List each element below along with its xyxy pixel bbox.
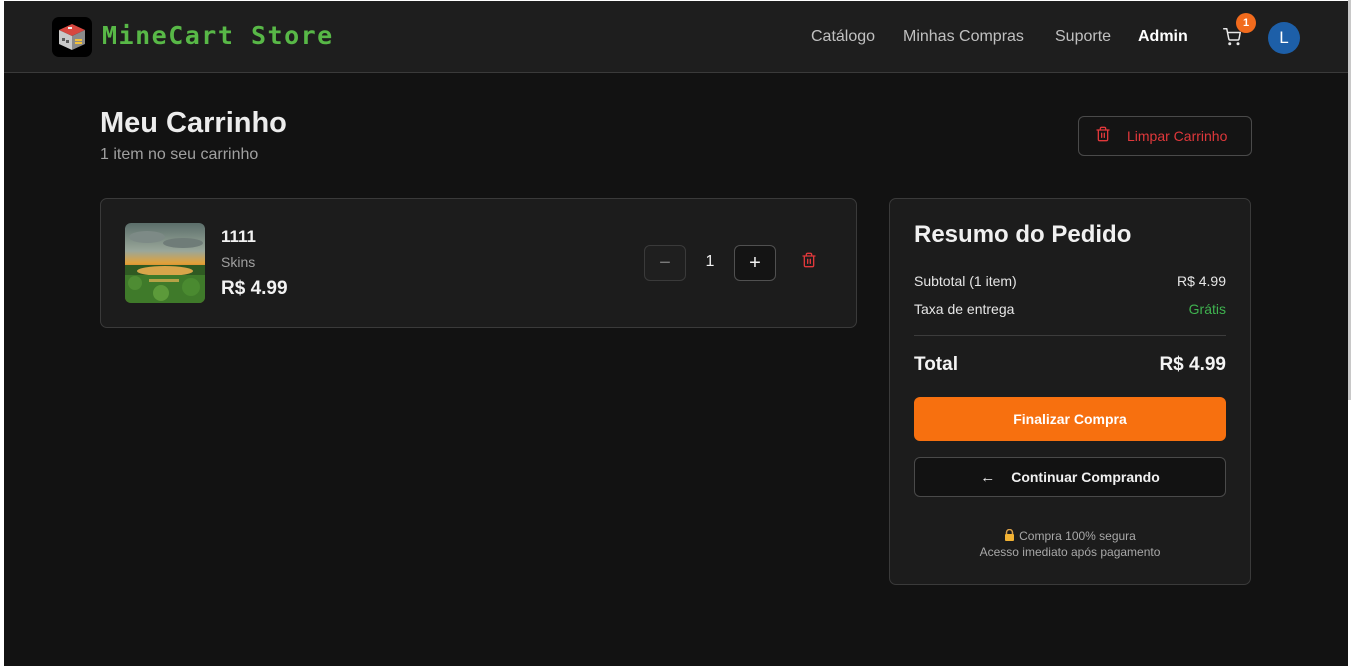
summary-divider (914, 335, 1226, 336)
nav-catalogo[interactable]: Catálogo (811, 28, 875, 46)
decrease-quantity-button[interactable]: − (644, 245, 686, 281)
clear-cart-button[interactable]: Limpar Carrinho (1078, 116, 1252, 156)
nav-suporte[interactable]: Suporte (1055, 28, 1111, 46)
trash-icon (1095, 126, 1111, 147)
top-navbar: MineCart Store Catálogo Minhas Compras S… (4, 1, 1348, 73)
app-window: MineCart Store Catálogo Minhas Compras S… (4, 1, 1348, 666)
checkout-button[interactable]: Finalizar Compra (914, 397, 1226, 441)
subtotal-label: Subtotal (1 item) (914, 273, 1017, 289)
product-price: R$ 4.99 (221, 278, 288, 299)
quantity-value: 1 (705, 253, 715, 270)
product-name[interactable]: 1111 (221, 227, 256, 247)
shipping-label: Taxa de entrega (914, 301, 1015, 317)
clear-cart-label: Limpar Carrinho (1127, 128, 1228, 144)
cart-count-badge[interactable]: 1 (1236, 13, 1256, 33)
product-thumbnail[interactable] (125, 223, 205, 303)
shipping-value: Grátis (1188, 301, 1226, 317)
increase-quantity-button[interactable]: + (734, 245, 776, 281)
cart-item: 1111 Skins R$ 4.99 − 1 + (100, 198, 857, 328)
continue-shopping-label: Continuar Comprando (1011, 469, 1160, 485)
arrow-left-icon: ← (980, 468, 996, 486)
instant-access-note: Acesso imediato após pagamento (979, 545, 1161, 559)
product-category: Skins (221, 254, 256, 270)
nav-minhas-compras[interactable]: Minhas Compras (903, 28, 1024, 46)
subtotal-value: R$ 4.99 (1176, 273, 1226, 289)
item-count-text: 1 item no seu carrinho (100, 146, 259, 163)
nav-admin[interactable]: Admin (1138, 28, 1188, 46)
total-label: Total (914, 354, 958, 375)
secure-purchase-text: Compra 100% segura (1019, 529, 1136, 543)
summary-title: Resumo do Pedido (914, 221, 1132, 248)
minecraft-block-logo-icon[interactable] (52, 17, 92, 57)
lock-icon (1004, 528, 1015, 544)
page-title: Meu Carrinho (100, 107, 287, 139)
secure-purchase-note: Compra 100% segura (890, 528, 1250, 544)
brand-name[interactable]: MineCart Store (102, 21, 334, 50)
order-summary-panel: Resumo do Pedido Subtotal (1 item) R$ 4.… (889, 198, 1251, 585)
user-avatar[interactable]: L (1268, 22, 1300, 54)
continue-shopping-button[interactable]: ← Continuar Comprando (914, 457, 1226, 497)
trash-icon[interactable] (801, 252, 823, 274)
total-value: R$ 4.99 (1159, 354, 1226, 375)
